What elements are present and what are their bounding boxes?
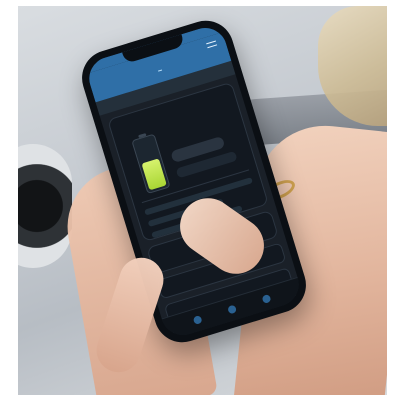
menu-icon[interactable] <box>206 40 218 51</box>
nav-icon-1[interactable] <box>192 314 203 325</box>
tab-3[interactable] <box>216 52 220 54</box>
tab-2[interactable] <box>158 69 163 72</box>
nav-icon-3[interactable] <box>261 293 272 304</box>
battery-icon <box>131 132 171 195</box>
ev-charger-port <box>18 144 72 268</box>
battery-fill <box>141 158 167 191</box>
photo <box>18 6 387 395</box>
tab-1[interactable] <box>100 87 104 89</box>
photo-frame <box>0 0 396 397</box>
battery-cap <box>138 132 147 139</box>
nav-icon-2[interactable] <box>227 304 238 315</box>
